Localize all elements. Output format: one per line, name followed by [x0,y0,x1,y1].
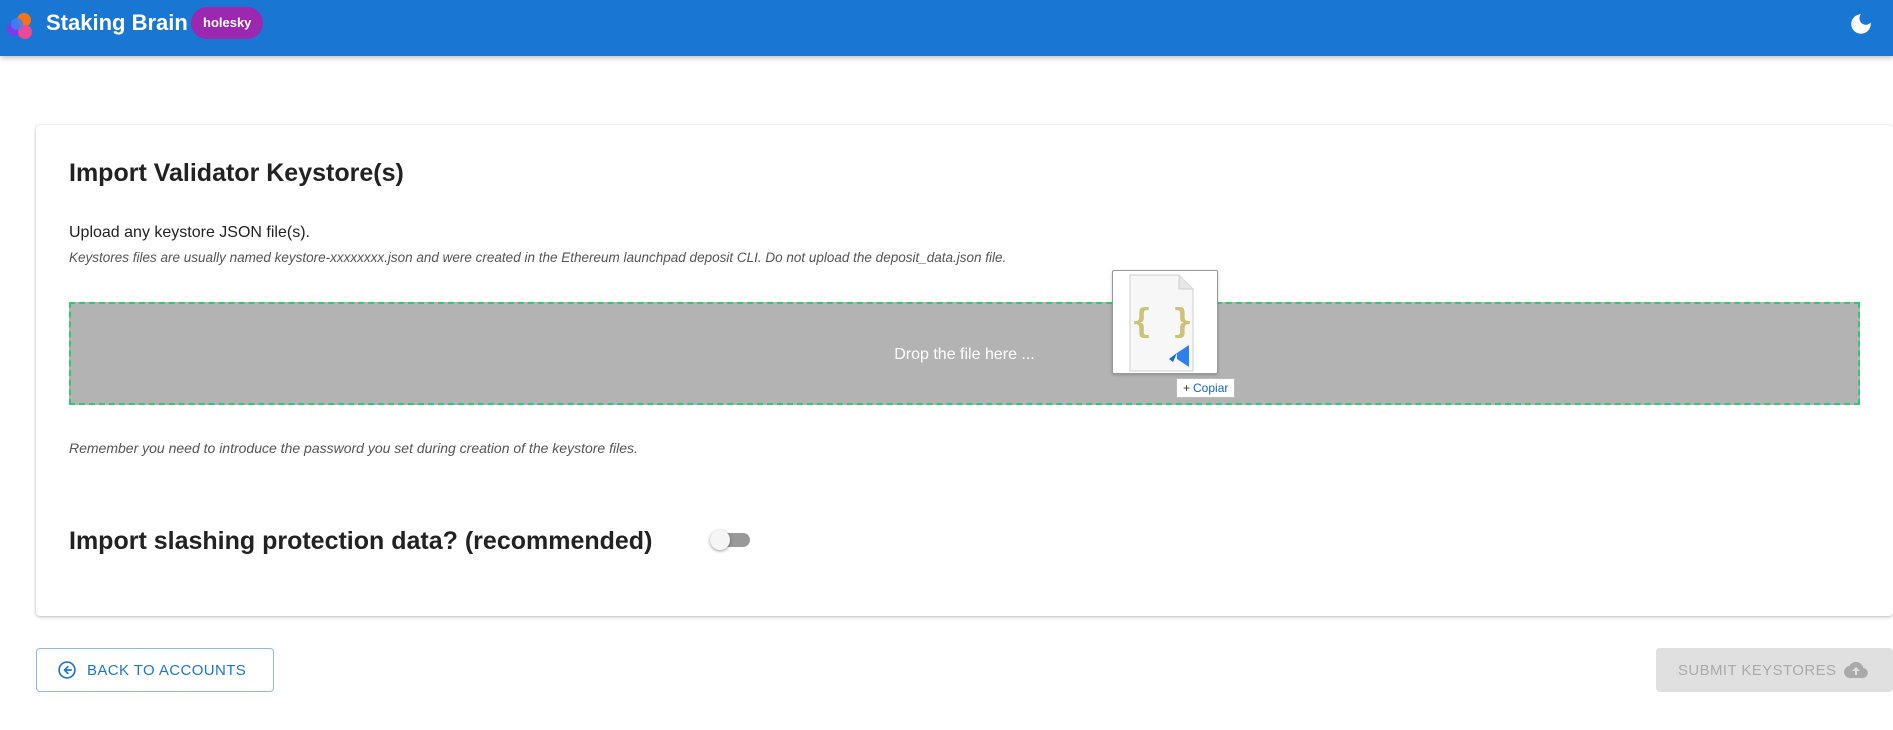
json-file-icon: { } [1129,274,1194,372]
page-title: Import Validator Keystore(s) [69,159,404,187]
slashing-protection-title: Import slashing protection data? (recomm… [69,527,653,555]
slashing-protection-toggle[interactable] [674,525,754,559]
copy-label: Copiar [1193,381,1229,395]
copy-drop-indicator: + Copiar [1176,378,1236,398]
keystore-dropzone[interactable]: Drop the file here ... [69,302,1860,405]
svg-text:{ }: { } [1131,302,1192,342]
plus-symbol: + [1183,381,1191,395]
moon-icon[interactable] [1848,11,1874,37]
submit-keystores-button[interactable]: SUBMIT KEYSTORES [1656,648,1893,692]
app-title: Staking Brain [46,10,188,35]
password-hint: Remember you need to introduce the passw… [69,440,638,456]
drag-file-preview: { } [1112,270,1218,374]
back-to-accounts-button[interactable]: BACK TO ACCOUNTS [36,648,274,692]
cloud-upload-icon [1844,661,1869,678]
staking-brain-logo-icon [7,13,32,39]
back-button-label: BACK TO ACCOUNTS [87,661,247,679]
import-keystore-card: Import Validator Keystore(s) Upload any … [36,125,1893,616]
network-badge: holesky [191,7,264,39]
submit-button-label: SUBMIT KEYSTORES [1678,661,1837,679]
dropzone-label: Drop the file here ... [894,345,1035,363]
arrow-left-circle-icon [58,661,76,679]
upload-hint: Keystores files are usually named keysto… [69,250,1007,265]
upload-instruction: Upload any keystore JSON file(s). [69,224,310,241]
toggle-thumb [710,530,730,550]
app-header: Staking Brain holesky [0,0,1893,56]
